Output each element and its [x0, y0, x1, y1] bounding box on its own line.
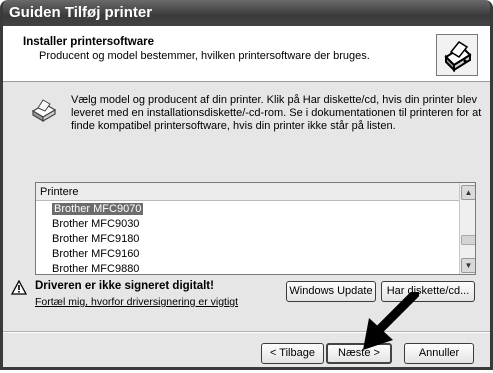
add-printer-wizard-window: Guiden Tilføj printer Installer printers… [0, 0, 493, 370]
pointer-arrow-icon [359, 289, 420, 364]
back-button[interactable]: < Tilbage [261, 343, 324, 364]
wizard-header: Installer printersoftware Producent og m… [3, 26, 490, 82]
printer-icon [31, 97, 57, 123]
printer-listbox[interactable]: Printere Brother MFC9070 Brother MFC9030… [35, 182, 476, 275]
list-item[interactable]: Brother MFC9880 [36, 262, 459, 274]
header-subtitle: Producent og model bestemmer, hvilken pr… [39, 50, 370, 62]
scroll-up-icon[interactable]: ▲ [461, 185, 475, 200]
driver-signing-link[interactable]: Fortæl mig, hvorfor driversignering er v… [35, 296, 238, 308]
window-titlebar[interactable]: Guiden Tilføj printer [3, 0, 490, 26]
printer-list-header: Printere [36, 183, 459, 201]
header-title: Installer printersoftware [23, 36, 155, 48]
list-scrollbar[interactable]: ▲ ▼ [459, 183, 475, 274]
list-item[interactable]: Brother MFC9030 [36, 217, 459, 232]
scroll-down-icon[interactable]: ▼ [461, 258, 475, 273]
window-title: Guiden Tilføj printer [9, 4, 153, 21]
unsigned-driver-warning: Driveren er ikke signeret digitalt! [35, 280, 214, 292]
scroll-thumb[interactable] [461, 235, 475, 245]
printer-wizard-icon [436, 34, 478, 76]
list-item[interactable]: Brother MFC9070 [36, 202, 459, 217]
list-item[interactable]: Brother MFC9160 [36, 247, 459, 262]
list-item[interactable]: Brother MFC9180 [36, 232, 459, 247]
wizard-content: Vælg model og producent af din printer. … [3, 82, 490, 322]
info-text: Vælg model og producent af din printer. … [71, 94, 482, 132]
warning-icon [10, 279, 28, 296]
